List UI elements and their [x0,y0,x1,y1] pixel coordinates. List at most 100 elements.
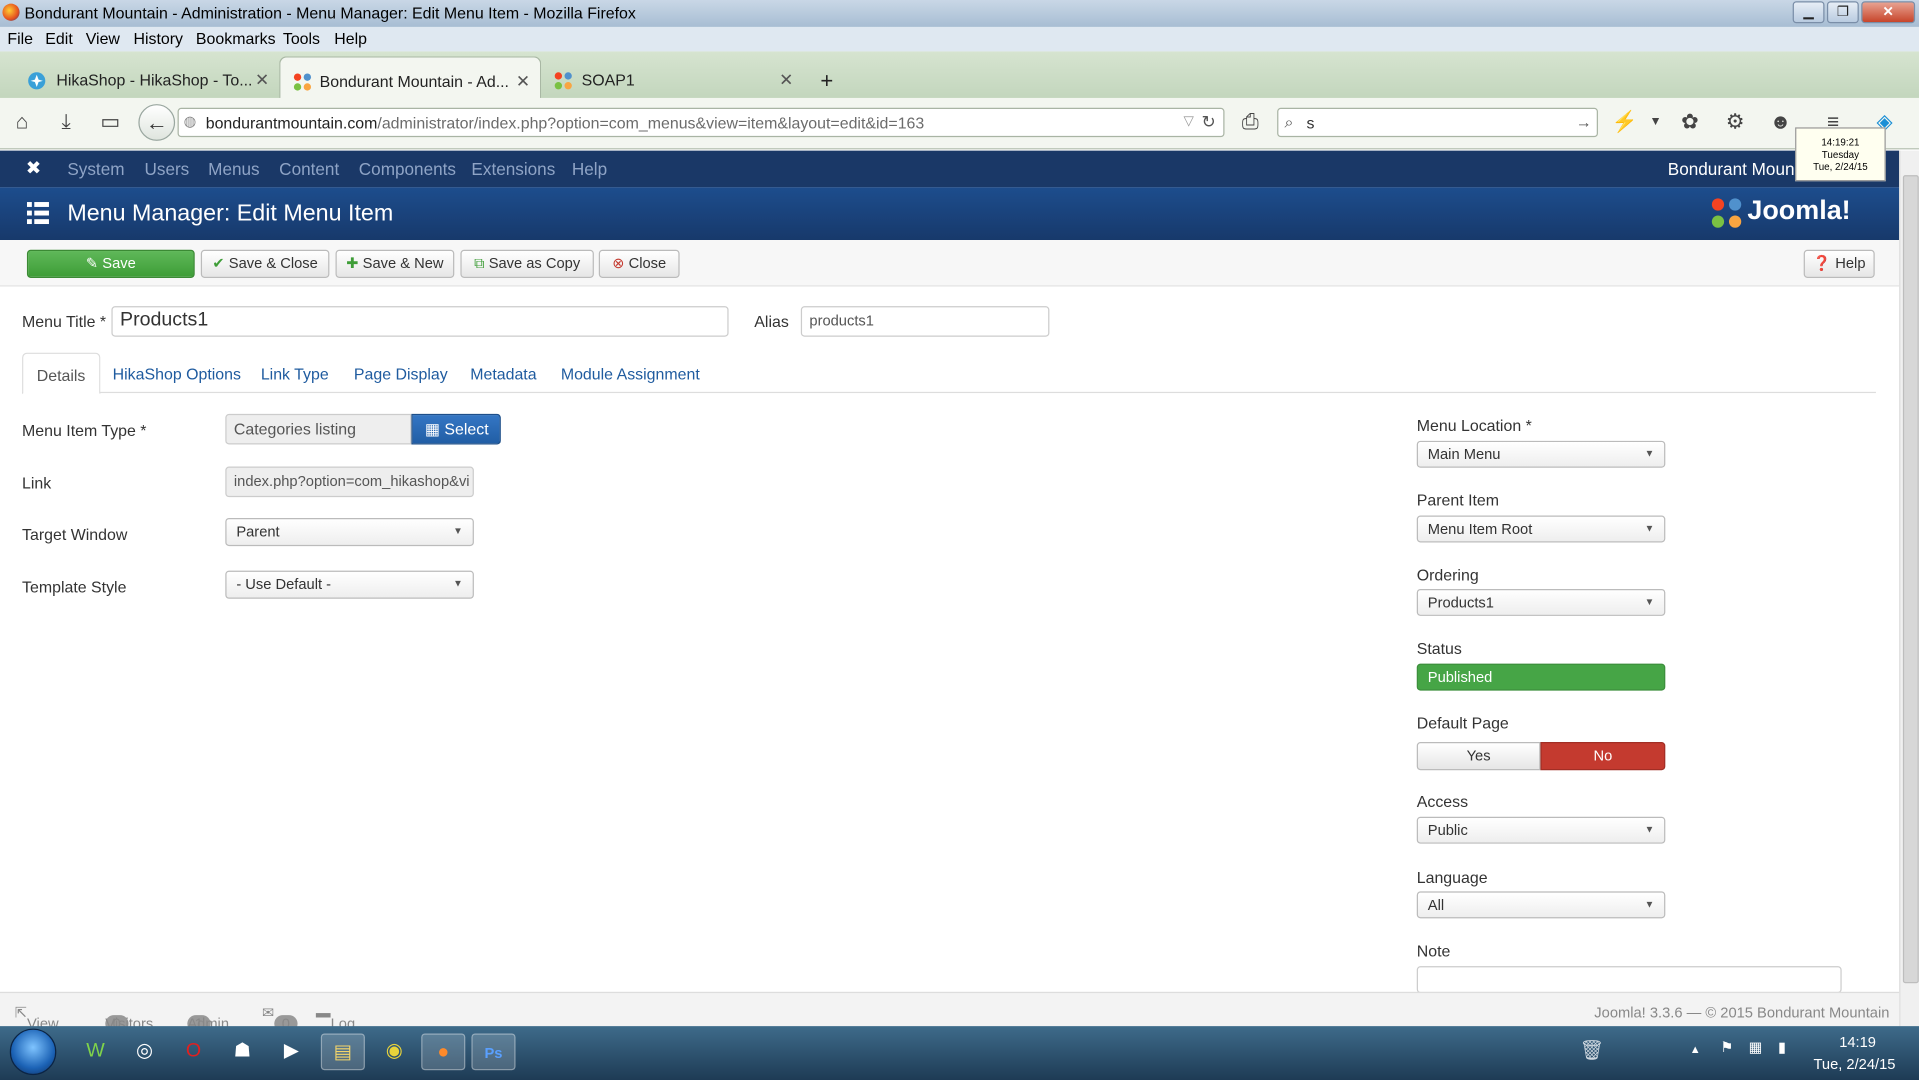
alias-input[interactable]: products1 [800,306,1050,337]
template-style-select[interactable]: - Use Default - ▼ [225,570,474,599]
downloads-icon[interactable]: ⤓ [54,110,78,134]
browser-tab-hikashop[interactable]: HikaShop - HikaShop - To... ✕ [0,56,279,98]
tab-link-type[interactable]: Link Type [261,365,329,383]
menu-location-select[interactable]: Main Menu ▼ [1416,440,1666,468]
link-label: Link [22,473,52,493]
ordering-select[interactable]: Products1 ▼ [1416,588,1666,616]
tray-expand-icon[interactable]: ▲ [1690,1043,1701,1055]
joomla-logo-icon[interactable]: ✖ [26,157,41,179]
nav-extensions[interactable]: Extensions [471,159,555,179]
tab-metadata[interactable]: Metadata [470,365,536,383]
status-select[interactable]: Published [1416,663,1666,691]
nav-components[interactable]: Components [359,159,456,179]
extension-icon[interactable]: ⚡ [1611,110,1637,134]
reload-icon[interactable]: ↻ [1202,111,1216,132]
print-icon[interactable]: ⎙ [1238,110,1262,134]
action-center-flag-icon[interactable]: ⚑ [1720,1038,1733,1055]
chat-icon[interactable]: ☻ [1768,110,1792,134]
scrollbar-thumb[interactable] [1902,175,1919,984]
search-input[interactable]: s [1307,114,1315,132]
new-tab-button[interactable]: + [811,56,848,98]
save-new-button[interactable]: ✚ Save & New [335,249,455,278]
close-tab-icon[interactable]: ✕ [779,70,793,91]
menu-edit[interactable]: Edit [45,29,72,47]
default-yes-button[interactable]: Yes [1416,742,1541,771]
nav-help[interactable]: Help [572,159,607,179]
help-button[interactable]: ❓ Help [1803,249,1875,278]
nav-menus[interactable]: Menus [208,159,259,179]
folder-icon[interactable]: ▭ [98,110,122,134]
power-icon[interactable]: ▮ [1778,1038,1786,1055]
app-network-icon[interactable]: ☗ [220,1033,264,1070]
minimize-button[interactable]: ▁ [1792,1,1825,24]
back-button[interactable]: ← [138,104,176,141]
tab-page-display[interactable]: Page Display [354,365,448,383]
default-no-button[interactable]: No [1540,742,1666,771]
menu-location-label: Menu Location * [1416,416,1532,435]
recycle-bin-icon[interactable]: 🗑 [1570,1033,1614,1070]
app-browser-icon[interactable]: ◎ [122,1033,166,1070]
close-window-button[interactable]: ✕ [1861,1,1916,24]
gear-icon[interactable]: ⚙ [1723,110,1747,134]
nav-content[interactable]: Content [279,159,339,179]
search-bar[interactable]: ⌕ s → [1277,107,1598,138]
menu-title-input[interactable]: Products1 [111,306,729,337]
tab-module-assignment[interactable]: Module Assignment [561,365,700,383]
access-select[interactable]: Public ▼ [1416,816,1666,844]
page-scrollbar[interactable] [1899,150,1919,1027]
addon-icon[interactable]: ✿ [1678,110,1702,134]
home-icon[interactable]: ⌂ [10,110,34,134]
page-header: Menu Manager: Edit Menu Item Joomla! [0,187,1900,241]
save-button[interactable]: ✎ Save [26,249,195,278]
menu-history[interactable]: History [133,29,183,47]
taskbar-time[interactable]: 14:19 [1839,1033,1876,1050]
language-label: Language [1416,868,1488,887]
maximize-button[interactable]: ❐ [1826,1,1859,24]
nav-users[interactable]: Users [144,159,189,179]
save-copy-button[interactable]: ⧉ Save as Copy [460,249,594,278]
save-close-button[interactable]: ✔ Save & Close [200,249,330,278]
opera-icon[interactable]: O [171,1033,215,1070]
view-site-link[interactable]: ⇱ View Site [15,1004,59,1049]
menu-tools[interactable]: Tools [283,29,320,47]
select-type-button[interactable]: ▦ Select [411,413,501,445]
parent-item-select[interactable]: Menu Item Root ▼ [1416,515,1666,543]
file-explorer-icon[interactable]: ▤ [320,1033,365,1071]
target-window-select[interactable]: Parent ▼ [225,517,474,547]
close-tab-icon[interactable]: ✕ [255,70,269,91]
clock-tooltip: 14:19:21 Tuesday Tue, 2/24/15 [1795,127,1886,182]
menu-file[interactable]: File [7,29,33,47]
nav-system[interactable]: System [67,159,124,179]
url-text: bondurantmountain.com/administrator/inde… [205,113,925,133]
language-select[interactable]: All ▼ [1416,891,1666,919]
tab-hikashop-options[interactable]: HikaShop Options [113,365,241,383]
menu-help[interactable]: Help [334,29,367,47]
search-go-icon[interactable]: → [1576,113,1592,131]
url-bar[interactable]: ◍ bondurantmountain.com/administrator/in… [177,107,1225,138]
menu-view[interactable]: View [86,29,120,47]
menu-bookmarks[interactable]: Bookmarks [196,29,276,47]
note-input[interactable] [1416,966,1842,994]
start-button[interactable] [9,1028,57,1076]
list-icon [26,202,49,225]
taskbar-date[interactable]: Tue, 2/24/15 [1813,1056,1895,1073]
logout-link[interactable]: ▬ Log out [316,1004,355,1049]
photoshop-icon[interactable]: Ps [471,1033,516,1071]
close-button[interactable]: ⊗ Close [598,249,680,278]
dropdown-arrow-icon[interactable]: ▽ [1184,113,1194,129]
default-page-label: Default Page [1416,713,1509,733]
messages-status[interactable]: ✉ 0 [262,1004,298,1033]
close-tab-icon[interactable]: ✕ [516,71,530,92]
app-wr-icon[interactable]: W [73,1033,117,1070]
firefox-taskbar-icon[interactable]: ● [421,1033,466,1071]
media-player-icon[interactable]: ▶ [269,1033,313,1070]
site-name-link[interactable]: Bondurant Moun... [1668,159,1809,179]
link-field: index.php?option=com_hikashop&vi [225,466,474,498]
browser-tab-soap1[interactable]: SOAP1 ✕ [541,56,803,98]
chrome-icon[interactable]: ◉ [372,1033,416,1070]
tab-details[interactable]: Details [22,352,101,395]
browser-tab-bondurant[interactable]: Bondurant Mountain - Ad... ✕ [279,56,542,98]
chevron-down-icon[interactable]: ▼ [1643,110,1667,134]
window-title: Bondurant Mountain - Administration - Me… [24,3,636,23]
network-icon[interactable]: ▦ [1749,1038,1763,1055]
